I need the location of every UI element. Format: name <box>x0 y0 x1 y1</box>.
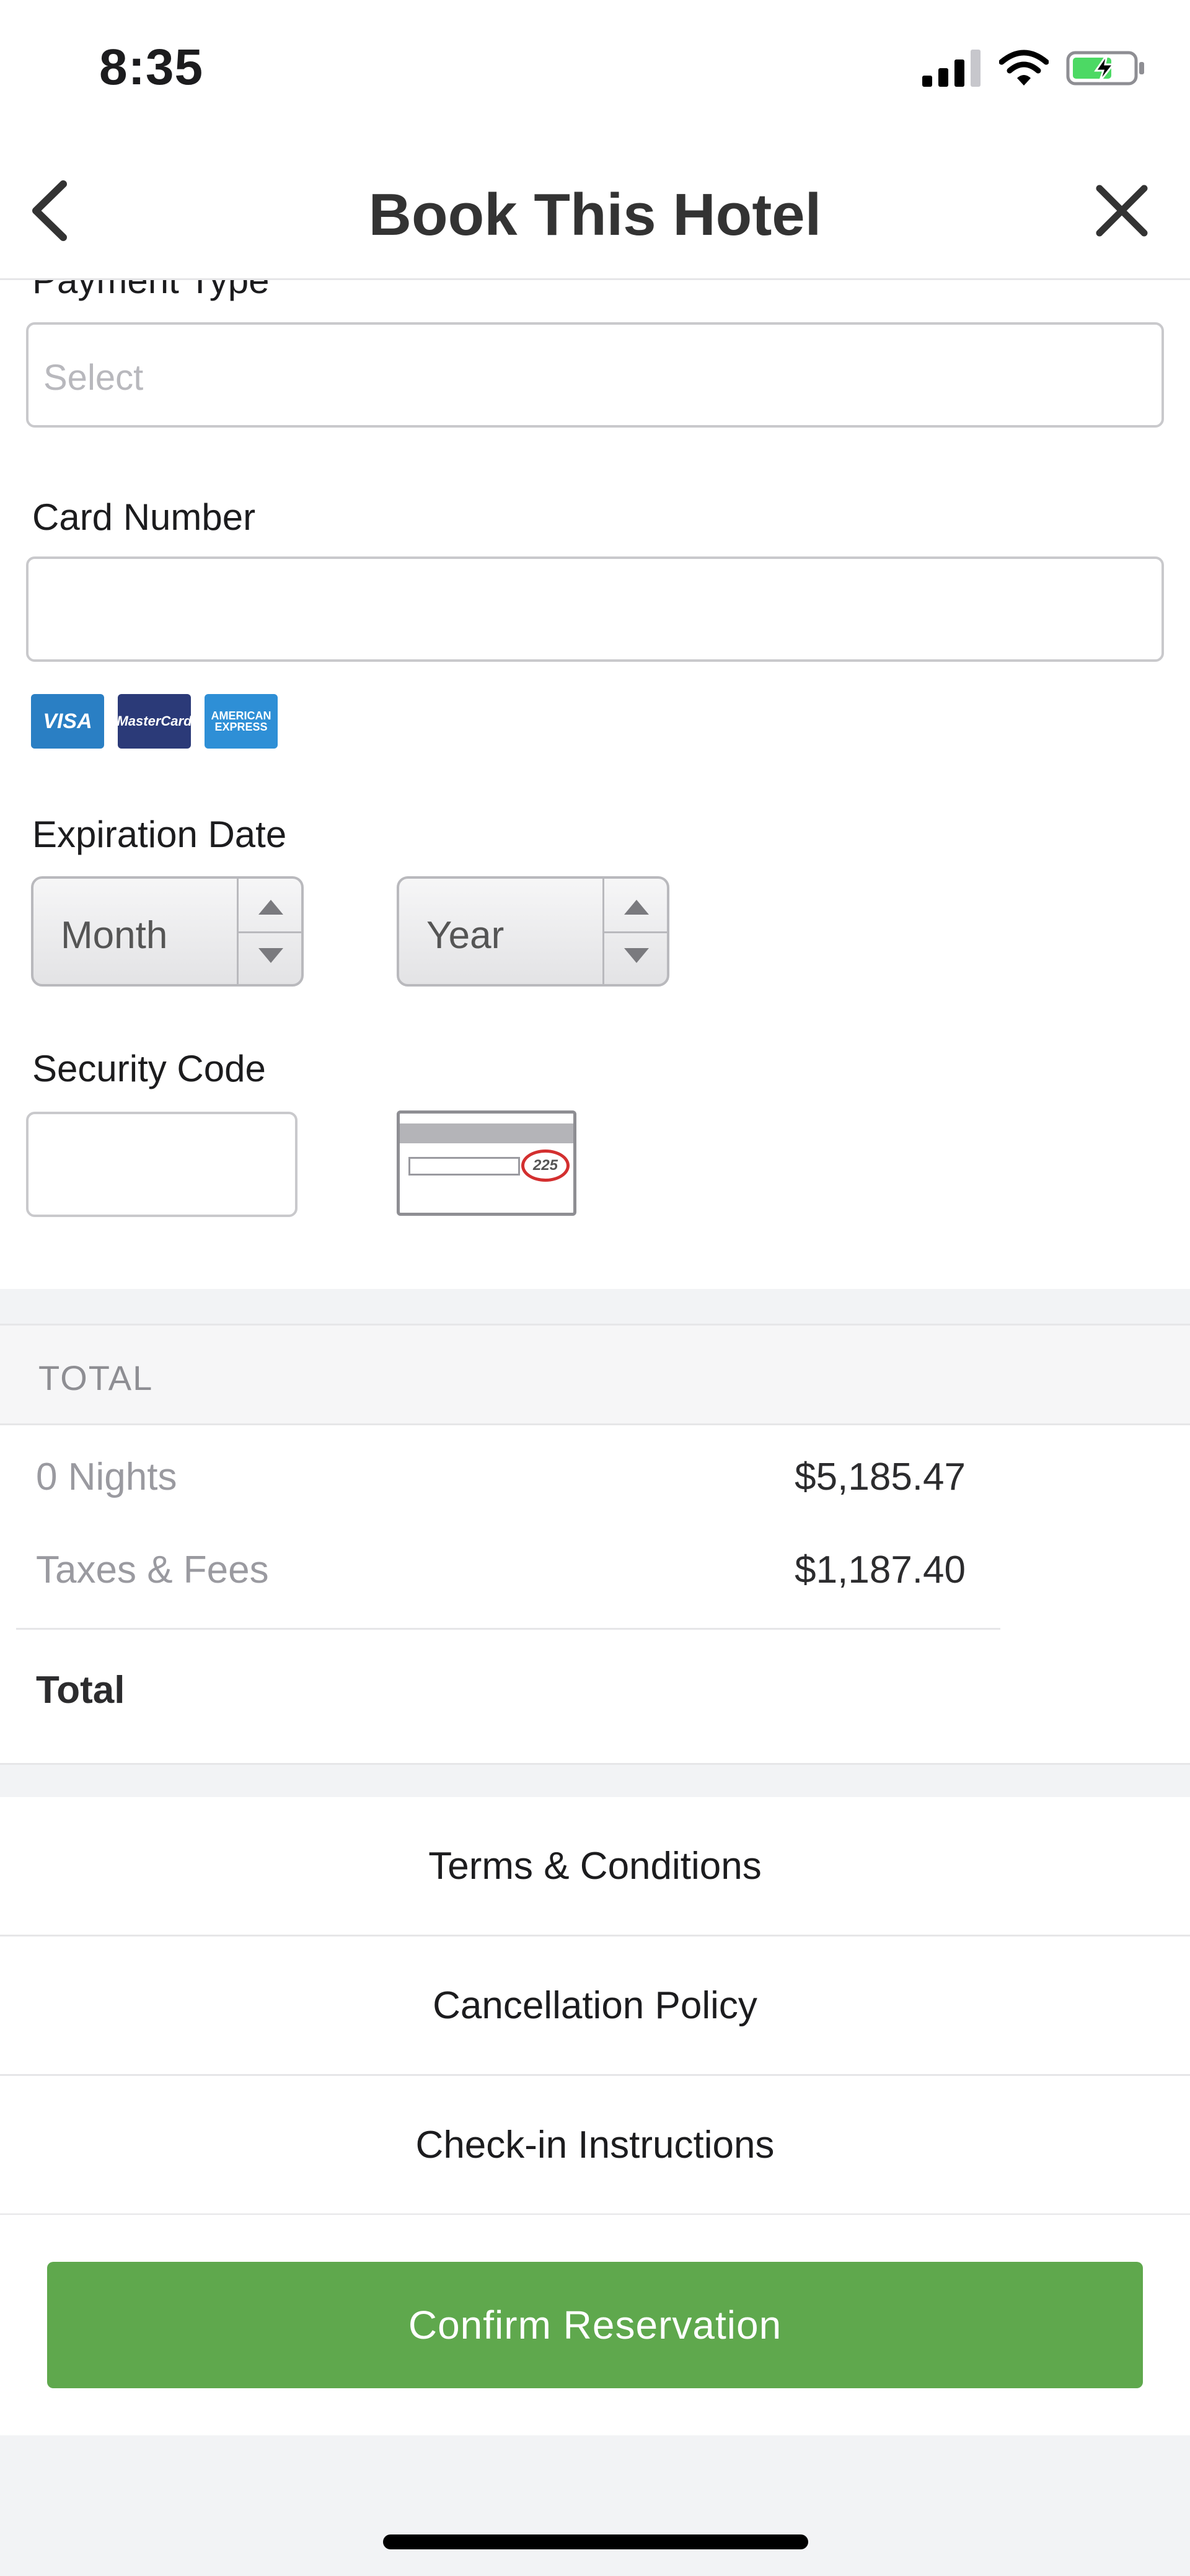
confirm-container: Confirm Reservation <box>0 2215 1190 2435</box>
year-value: Year <box>426 914 505 957</box>
year-stepper-arrows[interactable] <box>602 879 667 984</box>
checkin-instructions-link[interactable]: Check-in Instructions <box>0 2076 1190 2215</box>
chevron-down-icon <box>258 948 283 963</box>
section-separator <box>0 1763 1190 1798</box>
status-bar: 8:35 <box>0 0 1190 143</box>
chevron-down-icon <box>624 948 649 963</box>
payment-type-select[interactable]: Select <box>26 322 1164 428</box>
section-separator <box>0 1289 1190 1324</box>
accepted-cards: VISA MasterCard AMERICAN EXPRESS <box>31 694 278 749</box>
status-icons <box>922 50 1147 87</box>
month-stepper-arrows[interactable] <box>237 879 301 984</box>
battery-charging-icon <box>1066 51 1144 86</box>
chevron-up-icon <box>258 900 283 915</box>
bottom-area <box>0 2435 1190 2576</box>
month-value: Month <box>61 914 168 957</box>
year-select[interactable]: Year <box>397 876 669 987</box>
taxes-fees-value: $1,187.40 <box>795 1549 966 1591</box>
nights-label: 0 Nights <box>36 1456 177 1498</box>
cancellation-policy-link[interactable]: Cancellation Policy <box>0 1936 1190 2076</box>
total-divider <box>16 1628 1000 1630</box>
chevron-up-icon <box>624 900 649 915</box>
card-number-label: Card Number <box>32 496 256 538</box>
cellular-signal-icon <box>922 50 981 87</box>
taxes-fees-label: Taxes & Fees <box>36 1549 269 1591</box>
month-select[interactable]: Month <box>31 876 304 987</box>
total-section-header: TOTAL <box>0 1324 1190 1425</box>
total-header-label: TOTAL <box>38 1358 154 1397</box>
page-title: Book This Hotel <box>368 182 822 248</box>
total-label: Total <box>36 1669 125 1712</box>
home-indicator[interactable] <box>383 2534 808 2549</box>
cvv-card-illustration: 225 <box>397 1110 576 1216</box>
security-code-input[interactable] <box>26 1112 298 1217</box>
confirm-reservation-button[interactable]: Confirm Reservation <box>47 2262 1143 2388</box>
status-time: 8:35 <box>99 39 204 95</box>
nav-bar: Book This Hotel <box>0 143 1190 280</box>
close-icon[interactable] <box>1091 180 1153 242</box>
payment-type-placeholder: Select <box>43 358 144 398</box>
amex-card-icon: AMERICAN EXPRESS <box>205 694 278 749</box>
terms-conditions-link[interactable]: Terms & Conditions <box>0 1797 1190 1936</box>
visa-card-icon: VISA <box>31 694 104 749</box>
expiration-date-label: Expiration Date <box>32 814 287 855</box>
card-number-input[interactable] <box>26 556 1164 662</box>
wifi-icon <box>999 50 1049 86</box>
nights-value: $5,185.47 <box>795 1456 966 1498</box>
security-code-label: Security Code <box>32 1048 266 1089</box>
mastercard-card-icon: MasterCard <box>117 694 192 749</box>
cvv-example-code: 225 <box>521 1150 570 1182</box>
